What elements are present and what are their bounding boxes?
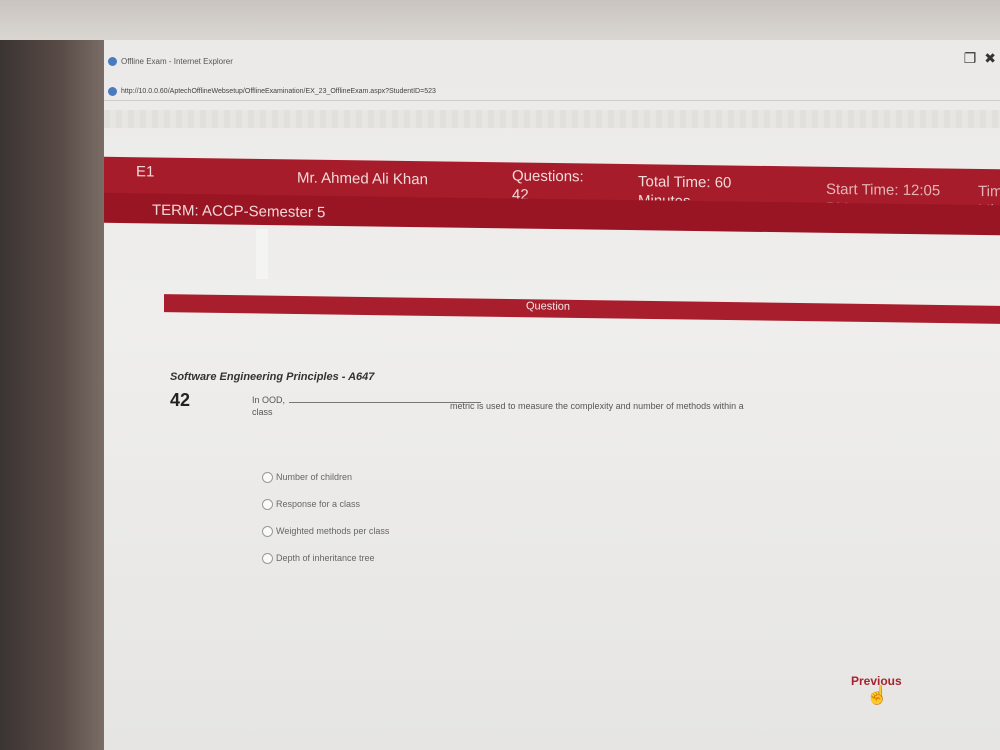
term-label: TERM: ACCP-Semester 5 xyxy=(152,201,326,222)
address-url[interactable]: http://10.0.0.60/AptechOfflineWebsetup/O… xyxy=(121,88,436,95)
window-titlebar: Offline Exam - Internet Explorer ❐ ✖ xyxy=(104,50,1000,70)
toolbar-strip xyxy=(104,110,1000,128)
browser-window: Offline Exam - Internet Explorer ❐ ✖ http… xyxy=(104,40,1000,750)
divider xyxy=(256,229,268,279)
question-text-before: In OOD, xyxy=(252,395,286,405)
student-name: Mr. Ahmed Ali Khan xyxy=(297,169,428,189)
close-icon[interactable]: ✖ xyxy=(984,50,996,66)
monitor-bezel-top xyxy=(0,0,1000,45)
question-number: 42 xyxy=(170,390,191,410)
exam-code: E1 xyxy=(136,163,155,181)
answer-options: Number of children Response for a class … xyxy=(262,470,389,578)
subject-title: Software Engineering Principles - A647 xyxy=(170,371,375,383)
option-radio[interactable] xyxy=(262,499,273,510)
option-item[interactable]: Number of children xyxy=(262,470,389,497)
hand-cursor-icon: ☝ xyxy=(866,685,889,705)
option-label[interactable]: Weighted methods per class xyxy=(276,524,389,538)
total-time-value: 60 xyxy=(714,174,732,192)
option-radio[interactable] xyxy=(262,526,273,537)
option-radio[interactable] xyxy=(262,553,273,564)
option-item[interactable]: Depth of inheritance tree xyxy=(262,551,389,578)
background-person xyxy=(0,40,104,750)
ie-icon xyxy=(108,57,117,67)
page-icon xyxy=(108,86,117,96)
window-controls: ❐ ✖ xyxy=(956,50,996,66)
address-bar[interactable]: http://10.0.0.60/AptechOfflineWebsetup/O… xyxy=(104,84,1000,101)
option-label[interactable]: Depth of inheritance tree xyxy=(276,551,375,565)
restore-icon[interactable]: ❐ xyxy=(964,50,977,66)
option-label[interactable]: Response for a class xyxy=(276,497,360,511)
start-time-label: Start Time: xyxy=(826,180,899,199)
window-title: Offline Exam - Internet Explorer xyxy=(121,57,233,66)
question-section-label: Question xyxy=(526,300,571,313)
option-item[interactable]: Weighted methods per class xyxy=(262,524,389,551)
total-time-label: Total Time: xyxy=(638,173,711,192)
question-text-after: metric is used to measure the complexity… xyxy=(450,401,744,411)
question-text: In OOD, metric is used to measure the co… xyxy=(252,394,744,418)
option-radio[interactable] xyxy=(262,472,273,483)
start-time-value: 12:05 xyxy=(902,181,941,200)
question-section-bar: Question xyxy=(164,294,1000,324)
option-item[interactable]: Response for a class xyxy=(262,497,389,524)
option-label[interactable]: Number of children xyxy=(276,470,352,484)
time-left-label: Tim xyxy=(978,182,1000,201)
questions-label: Questions: xyxy=(512,167,584,186)
